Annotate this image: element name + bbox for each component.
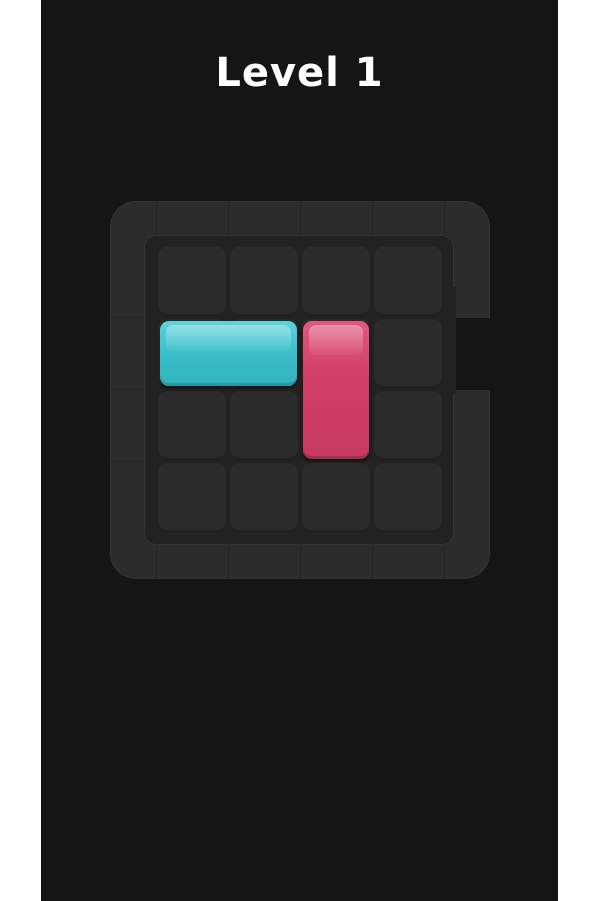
grid-cell <box>158 391 226 459</box>
frame-divider <box>156 545 157 579</box>
frame-divider <box>228 545 229 579</box>
grid-cell <box>158 247 226 315</box>
grid-cell <box>230 391 298 459</box>
frame-divider <box>444 201 445 235</box>
frame-divider <box>110 389 144 390</box>
puzzle-board <box>110 201 494 579</box>
level-title: Level 1 <box>215 50 384 96</box>
cyan-block[interactable] <box>160 321 297 386</box>
grid-cell <box>374 319 442 387</box>
frame-divider <box>228 201 229 235</box>
frame-divider <box>300 201 301 235</box>
grid-cell <box>374 391 442 459</box>
block-shine <box>166 325 291 351</box>
pink-block[interactable] <box>303 321 369 459</box>
grid-cell <box>230 247 298 315</box>
frame-divider <box>110 317 144 318</box>
grid-cell <box>374 463 442 531</box>
frame-divider <box>372 545 373 579</box>
frame-divider <box>110 461 144 462</box>
game-screen: Level 1 <box>41 0 558 901</box>
grid-cell <box>302 463 370 531</box>
grid-cell <box>158 463 226 531</box>
frame-divider <box>156 201 157 235</box>
frame-divider <box>372 201 373 235</box>
grid-cell <box>230 463 298 531</box>
grid-cell <box>302 247 370 315</box>
block-shine <box>309 325 363 356</box>
grid-cell <box>374 247 442 315</box>
frame-divider <box>444 545 445 579</box>
frame-divider <box>300 545 301 579</box>
